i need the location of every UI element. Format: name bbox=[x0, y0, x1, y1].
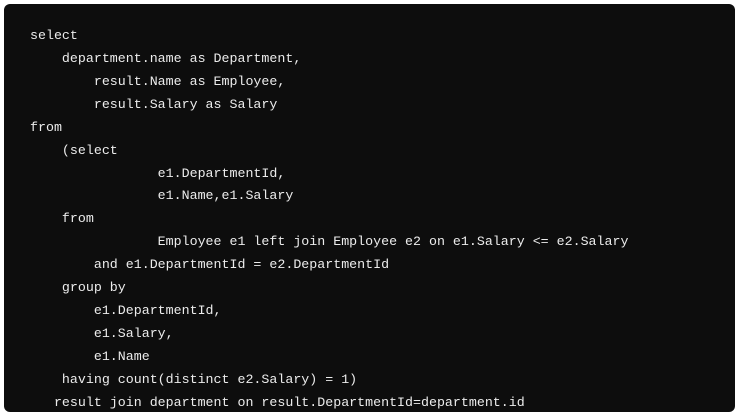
code-line: e1.Salary, bbox=[30, 325, 174, 341]
code-line: result.Salary as Salary bbox=[30, 96, 278, 112]
code-line: Employee e1 left join Employee e2 on e1.… bbox=[30, 234, 629, 250]
code-line: result join department on result.Departm… bbox=[30, 394, 525, 410]
code-line: select bbox=[30, 28, 78, 43]
code-line: e1.DepartmentId, bbox=[30, 165, 286, 181]
code-line: e1.Name,e1.Salary bbox=[30, 188, 294, 204]
code-line: from bbox=[30, 119, 62, 135]
code-line: result.Name as Employee, bbox=[30, 73, 286, 89]
code-line: from bbox=[30, 211, 94, 227]
code-line: (select bbox=[30, 142, 118, 158]
code-line: and e1.DepartmentId = e2.DepartmentId bbox=[30, 257, 390, 273]
code-line: e1.DepartmentId, bbox=[30, 303, 222, 319]
code-line: having count(distinct e2.Salary) = 1) bbox=[30, 371, 358, 387]
code-line: group by bbox=[30, 280, 126, 296]
code-line: department.name as Department, bbox=[30, 50, 302, 66]
code-block: select department.name as Department, re… bbox=[4, 4, 735, 412]
code-line: e1.Name bbox=[30, 348, 150, 364]
